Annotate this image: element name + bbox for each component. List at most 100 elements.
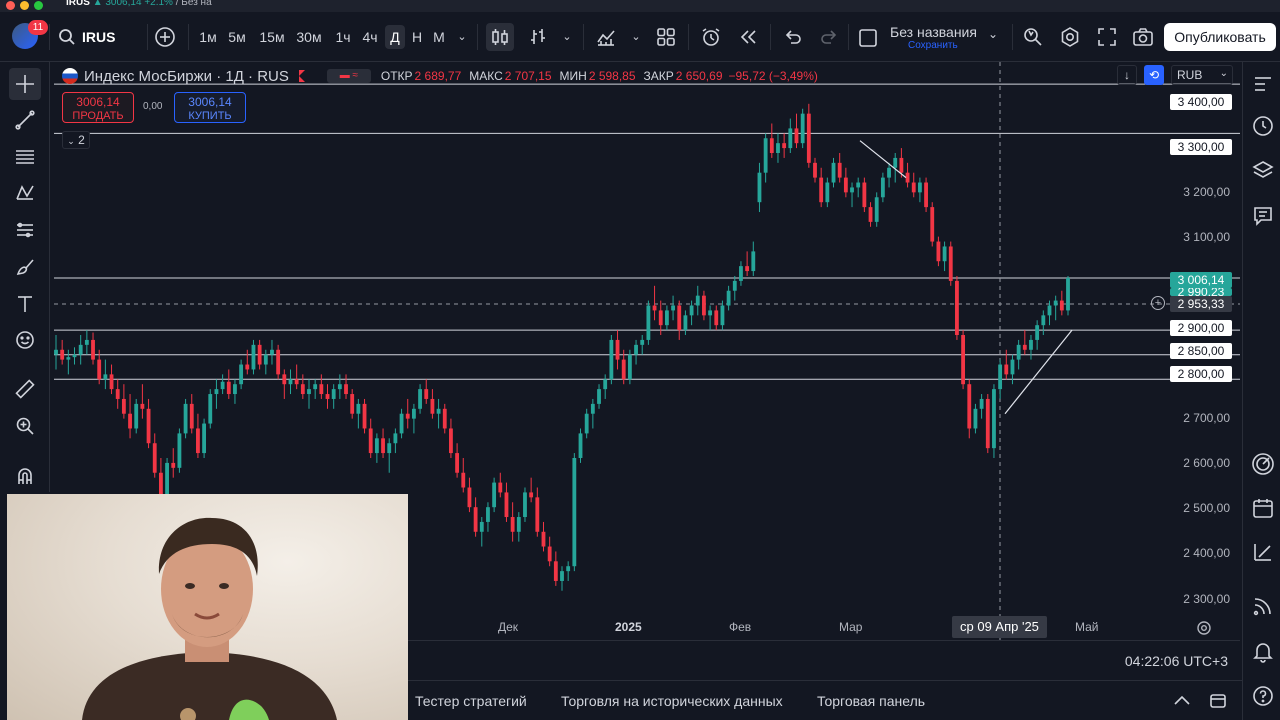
chart-type-dropdown[interactable]: ⌄ [559, 25, 575, 49]
level-tag-2850[interactable]: 2 850,00 [1170, 343, 1232, 359]
alerts-button[interactable] [1249, 112, 1277, 140]
fib-tool[interactable] [9, 141, 41, 173]
trendline-tool[interactable] [9, 104, 41, 136]
candle-body [146, 408, 151, 444]
legend-symbol-name[interactable]: Индекс МосБиржи · 1Д · RUS [84, 68, 289, 85]
time-label-may: Май [1075, 620, 1099, 634]
notifications-button[interactable] [1249, 637, 1277, 665]
arrow-down-icon: ↓ [1124, 68, 1130, 82]
indicators-dropdown[interactable]: ⌄ [628, 25, 644, 49]
emoji-tool[interactable] [9, 324, 41, 356]
interval-1h[interactable]: 1ч [332, 25, 354, 49]
notification-badge: 11 [28, 20, 48, 35]
settings-button[interactable] [1056, 23, 1084, 51]
clock[interactable]: 04:22:06 UTC+3 [1125, 653, 1228, 669]
level-tag-2900[interactable]: 2 900,00 [1170, 320, 1232, 336]
candle-body [103, 374, 108, 380]
fullscreen-button[interactable] [1093, 23, 1121, 51]
bottom-panel-tabs: Тестер стратегий Торговля на исторически… [408, 680, 1242, 720]
level-tag-3300[interactable]: 3 300,00 [1170, 139, 1232, 155]
sell-price: 3006,14 [76, 95, 120, 109]
interval-5m[interactable]: 5м [225, 25, 249, 49]
crosshair-tool[interactable] [9, 68, 41, 100]
ruler-tool[interactable] [9, 373, 41, 405]
sell-button[interactable]: 3006,14 ПРОДАТЬ [62, 92, 134, 123]
interval-month[interactable]: М [430, 25, 448, 49]
candle-body [78, 344, 83, 355]
candle-body [584, 413, 589, 434]
candle-body [467, 487, 472, 508]
buy-button[interactable]: 3006,14 КУПИТЬ [174, 92, 246, 123]
zoom-window-button[interactable] [34, 1, 43, 10]
ideas-button[interactable] [1249, 538, 1277, 566]
interval-15m[interactable]: 15м [257, 25, 287, 49]
chats-button[interactable] [1249, 202, 1277, 230]
price-tick: 3 100,00 [1183, 230, 1230, 244]
candle-body [307, 389, 311, 395]
interval-week[interactable]: Н [408, 25, 426, 49]
interval-day[interactable]: Д [385, 25, 405, 49]
pattern-tool[interactable] [9, 177, 41, 209]
bars-style-button[interactable] [524, 23, 552, 51]
sync-button[interactable]: ⟲ [1144, 65, 1164, 85]
layouts-button[interactable] [652, 23, 680, 51]
close-window-button[interactable] [6, 1, 15, 10]
screener-button[interactable] [1249, 450, 1277, 478]
help-button[interactable] [1249, 682, 1277, 710]
candle-body [140, 403, 145, 409]
scroll-to-latest-button[interactable]: ↓ [1117, 65, 1137, 85]
object-tree-button[interactable] [1249, 157, 1277, 185]
interval-30m[interactable]: 30м [294, 25, 324, 49]
add-alert-plus-icon[interactable]: + [1151, 296, 1165, 310]
undo-button[interactable] [779, 23, 807, 51]
candle-body [337, 384, 342, 390]
calendar-button[interactable] [1249, 494, 1277, 522]
candle-body [664, 310, 669, 326]
webcam-overlay [7, 494, 408, 720]
legend-flag-marker[interactable] [298, 70, 305, 82]
zoom-tool[interactable] [9, 410, 41, 442]
level-tag-2800[interactable]: 2 800,00 [1170, 366, 1232, 382]
snapshot-button[interactable] [1129, 23, 1157, 51]
maximize-panel-button[interactable] [1208, 691, 1228, 716]
candle-body [109, 374, 114, 390]
forecast-tool[interactable] [9, 214, 41, 246]
text-tool[interactable] [9, 288, 41, 320]
chevron-down-icon: ⌄ [631, 31, 641, 43]
tab-replay-trading[interactable]: Торговля на исторических данных [561, 693, 783, 709]
candle-body [319, 384, 324, 395]
indicators-button[interactable] [592, 23, 620, 51]
symbol-search[interactable]: IRUS [58, 25, 115, 49]
indicators-collapse-button[interactable]: ⌄ 2 [62, 131, 90, 149]
streams-button[interactable] [1249, 592, 1277, 620]
candle-body [998, 364, 1003, 390]
publish-button[interactable]: Опубликовать [1164, 23, 1276, 51]
quick-search-button[interactable] [1019, 23, 1047, 51]
magnet-tool[interactable] [9, 460, 41, 492]
level-tag-3400[interactable]: 3 400,00 [1170, 94, 1232, 110]
time-axis-settings-button[interactable] [1196, 620, 1212, 641]
compare-symbol-button[interactable] [151, 23, 179, 51]
interval-4h[interactable]: 4ч [359, 25, 381, 49]
collapse-panel-button[interactable] [1172, 691, 1192, 716]
currency-select[interactable]: RUB ⌄ [1171, 65, 1233, 85]
minimize-window-button[interactable] [20, 1, 29, 10]
interval-1m[interactable]: 1м [196, 25, 220, 49]
legend-visibility-toggle[interactable]: ▬ ≈ [326, 69, 371, 83]
layout-name-menu[interactable]: Без названия Сохранить ⌄ [856, 23, 1006, 53]
tab-layout-name: / Без на [175, 0, 212, 8]
interval-dropdown[interactable]: ⌄ [454, 25, 470, 49]
tab-strategy-tester[interactable]: Тестер стратегий [415, 693, 527, 709]
tab-trading-panel[interactable]: Торговая панель [817, 693, 925, 709]
candle-body [689, 305, 694, 316]
brush-tool[interactable] [9, 251, 41, 283]
candle-body [424, 389, 429, 399]
open-label: ОТКР [380, 69, 413, 83]
replay-button[interactable] [734, 23, 762, 51]
redo-button[interactable] [815, 23, 843, 51]
low-value: 2 598,85 [588, 69, 636, 83]
watchlist-button[interactable] [1249, 70, 1277, 98]
browser-tab[interactable]: IRUS ▲ 3006,14 +2.1% / Без на [66, 0, 212, 8]
alert-button[interactable] [697, 23, 725, 51]
chart-type-button[interactable] [486, 23, 514, 51]
